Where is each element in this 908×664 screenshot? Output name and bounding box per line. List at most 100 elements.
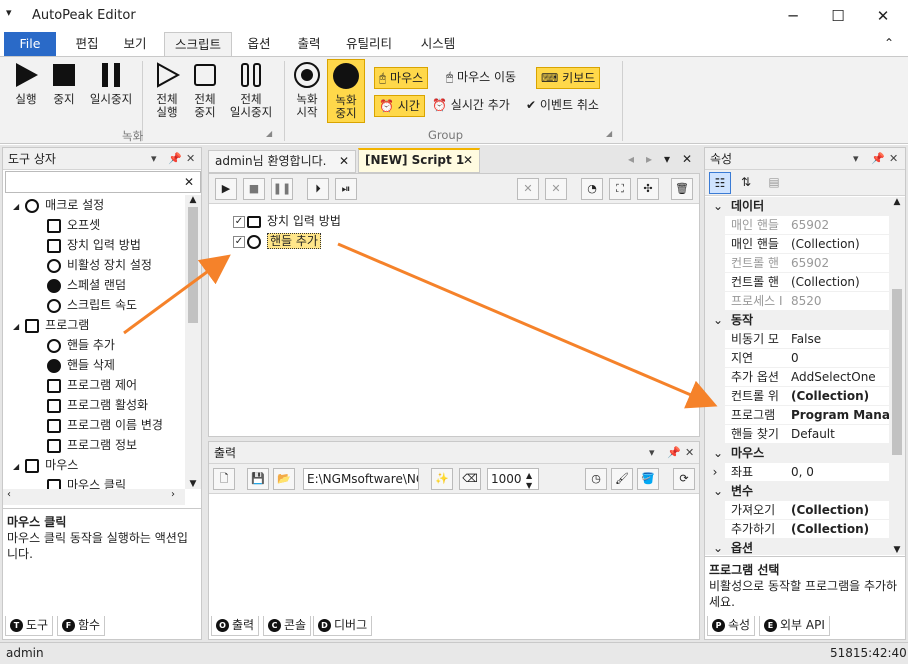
property-value[interactable]: 8520 xyxy=(791,292,889,310)
chevron-down-icon[interactable]: ⌄ xyxy=(713,444,723,463)
disable-button[interactable]: ✕ xyxy=(517,178,539,200)
pin-icon[interactable]: 📌 xyxy=(168,152,182,165)
tab-edit[interactable]: 편집 xyxy=(64,32,110,56)
mouse-record-toggle[interactable]: 🖰 마우스 xyxy=(374,67,429,89)
property-value[interactable]: Default xyxy=(791,425,889,443)
save-button[interactable]: 💾 xyxy=(247,468,269,490)
tab-output[interactable]: 출력 xyxy=(288,32,330,56)
toolbox-item[interactable]: 장치 입력 방법 xyxy=(3,235,185,255)
close-tab-icon[interactable]: ✕ xyxy=(339,151,349,171)
toolbox-search-input[interactable] xyxy=(5,171,201,193)
open-folder-button[interactable]: 📂 xyxy=(273,468,295,490)
property-category[interactable]: ⌄ 옵션 xyxy=(705,539,889,555)
property-row[interactable]: 가져오기 (Collection) xyxy=(705,501,889,520)
toolbox-item[interactable]: 스페셜 랜덤 xyxy=(3,275,185,295)
checkbox[interactable]: ✓ xyxy=(233,215,245,228)
realtime-add-toggle[interactable]: ⏰ 실시간 추가 xyxy=(428,95,514,117)
toolbox-category[interactable]: ◢ 마우스 xyxy=(3,455,185,475)
property-row[interactable]: 추가 옵션 AddSelectOne xyxy=(705,368,889,387)
pin-icon[interactable]: 📌 xyxy=(667,446,681,459)
property-row[interactable]: 매인 핸들 65902 xyxy=(705,216,889,235)
run-from-button[interactable]: ⏵ xyxy=(307,178,329,200)
expand-arrow-icon[interactable]: ◢ xyxy=(13,322,19,331)
property-value[interactable]: 65902 xyxy=(791,254,889,272)
pin-icon[interactable]: 📌 xyxy=(871,152,885,165)
close-icon[interactable]: ✕ xyxy=(685,446,694,459)
toolbox-item[interactable]: 오프셋 xyxy=(3,215,185,235)
tab-output[interactable]: O 출력 xyxy=(211,616,260,636)
scroll-thumb[interactable] xyxy=(188,207,198,323)
property-category[interactable]: ⌄ 데이터 xyxy=(705,197,889,216)
toolbox-item[interactable]: 핸들 추가 xyxy=(3,335,185,355)
property-category[interactable]: ⌄ 마우스 xyxy=(705,444,889,463)
chevron-down-icon[interactable]: ⌄ xyxy=(713,482,723,501)
toolbox-scrollbar[interactable]: ▲ ▼ xyxy=(185,195,201,489)
mouse-move-toggle[interactable]: 🖱 마우스 이동 xyxy=(442,67,520,89)
toolbox-category[interactable]: ◢ 프로그램 xyxy=(3,315,185,335)
property-value[interactable]: (Collection) xyxy=(791,387,889,405)
toolbox-item[interactable]: 프로그램 이름 변경 xyxy=(3,415,185,435)
time-record-toggle[interactable]: ⏰ 시간 xyxy=(374,95,425,117)
clear-search-icon[interactable]: ✕ xyxy=(179,173,199,191)
expand-arrow-icon[interactable]: ◢ xyxy=(13,462,19,471)
maximize-button[interactable]: ☐ xyxy=(815,0,861,32)
property-value[interactable]: (Collection) xyxy=(791,520,889,538)
tab-scroll-right-icon[interactable]: ▸ xyxy=(646,152,652,166)
toolbox-item[interactable]: 스크립트 속도 xyxy=(3,295,185,315)
script-item[interactable]: ✓ 장치 입력 방법 xyxy=(233,212,341,229)
checkbox[interactable]: ✓ xyxy=(233,235,245,248)
property-row[interactable]: 프로그램 Program Manag xyxy=(705,406,889,425)
run-selection-button[interactable]: ⏯ xyxy=(335,178,357,200)
keyboard-record-toggle[interactable]: ⌨ 키보드 xyxy=(536,67,601,89)
dropdown-icon[interactable]: ▾ xyxy=(853,152,859,165)
tab-options[interactable]: 옵션 xyxy=(238,32,280,56)
chevron-down-icon[interactable]: ⌄ xyxy=(713,311,723,330)
toolbox-hscrollbar[interactable]: ‹ › xyxy=(3,489,185,505)
tab-list-icon[interactable]: ▾ xyxy=(664,152,670,166)
property-category[interactable]: ⌄ 변수 xyxy=(705,482,889,501)
property-row[interactable]: 컨트롤 위 (Collection) xyxy=(705,387,889,406)
property-value[interactable]: 65902 xyxy=(791,216,889,234)
scroll-up-icon[interactable]: ▲ xyxy=(185,195,201,205)
tab-functions[interactable]: F 함수 xyxy=(57,616,106,636)
pause-all-button[interactable]: 전체 일시중지 xyxy=(226,61,276,119)
minimize-button[interactable]: ─ xyxy=(770,0,816,32)
tab-properties[interactable]: P 속성 xyxy=(707,616,756,636)
tab-console[interactable]: C 콘솔 xyxy=(263,616,312,636)
property-pages-button[interactable]: ▤ xyxy=(763,172,785,194)
close-icon[interactable]: ✕ xyxy=(889,152,898,165)
dropdown-icon[interactable]: ▾ xyxy=(649,446,655,459)
tab-file[interactable]: File xyxy=(4,32,56,56)
close-editor-icon[interactable]: ✕ xyxy=(682,152,692,166)
pause-button[interactable]: ❚❚ xyxy=(271,178,293,200)
property-value[interactable]: (Collection) xyxy=(791,235,889,253)
play-button[interactable]: ▶ xyxy=(215,178,237,200)
clean-button[interactable]: ✨ xyxy=(431,468,453,490)
property-value[interactable]: (Collection) xyxy=(791,273,889,291)
event-cancel-toggle[interactable]: ✔ 이벤트 취소 xyxy=(522,95,603,117)
property-value[interactable]: 0, 0 xyxy=(791,463,889,481)
erase-button[interactable]: ⌫ xyxy=(459,468,481,490)
property-value[interactable]: (Collection) xyxy=(791,501,889,519)
timestamp-button[interactable]: ◷ xyxy=(585,468,607,490)
stepper-down-icon[interactable]: ▼ xyxy=(526,476,532,496)
pause-button[interactable]: 일시중지 xyxy=(86,61,136,106)
fill-button[interactable]: 🪣 xyxy=(637,468,659,490)
stop-all-button[interactable]: 전체 중지 xyxy=(188,61,222,119)
dropdown-icon[interactable]: ▾ xyxy=(151,152,157,165)
alphabetical-button[interactable]: ⇅ xyxy=(735,172,757,194)
timer-button[interactable]: ◔ xyxy=(581,178,603,200)
expand-arrow-icon[interactable]: ◢ xyxy=(13,202,19,211)
delete-button[interactable]: 🗑 xyxy=(671,178,693,200)
property-category[interactable]: ⌄ 동작 xyxy=(705,311,889,330)
tab-utility[interactable]: 유틸리티 xyxy=(336,32,402,56)
toolbox-item[interactable]: 마우스 클릭 xyxy=(3,475,185,489)
toolbox-item[interactable]: 비활성 장치 설정 xyxy=(3,255,185,275)
scroll-left-icon[interactable]: ‹ xyxy=(7,489,11,500)
categorized-button[interactable]: ☷ xyxy=(709,172,731,194)
toolbox-item[interactable]: 프로그램 활성화 xyxy=(3,395,185,415)
scroll-down-icon[interactable]: ▼ xyxy=(889,545,905,555)
refresh-button[interactable]: ⟳ xyxy=(673,468,695,490)
scroll-right-icon[interactable]: › xyxy=(171,489,175,500)
toolbox-item[interactable]: 프로그램 제어 xyxy=(3,375,185,395)
